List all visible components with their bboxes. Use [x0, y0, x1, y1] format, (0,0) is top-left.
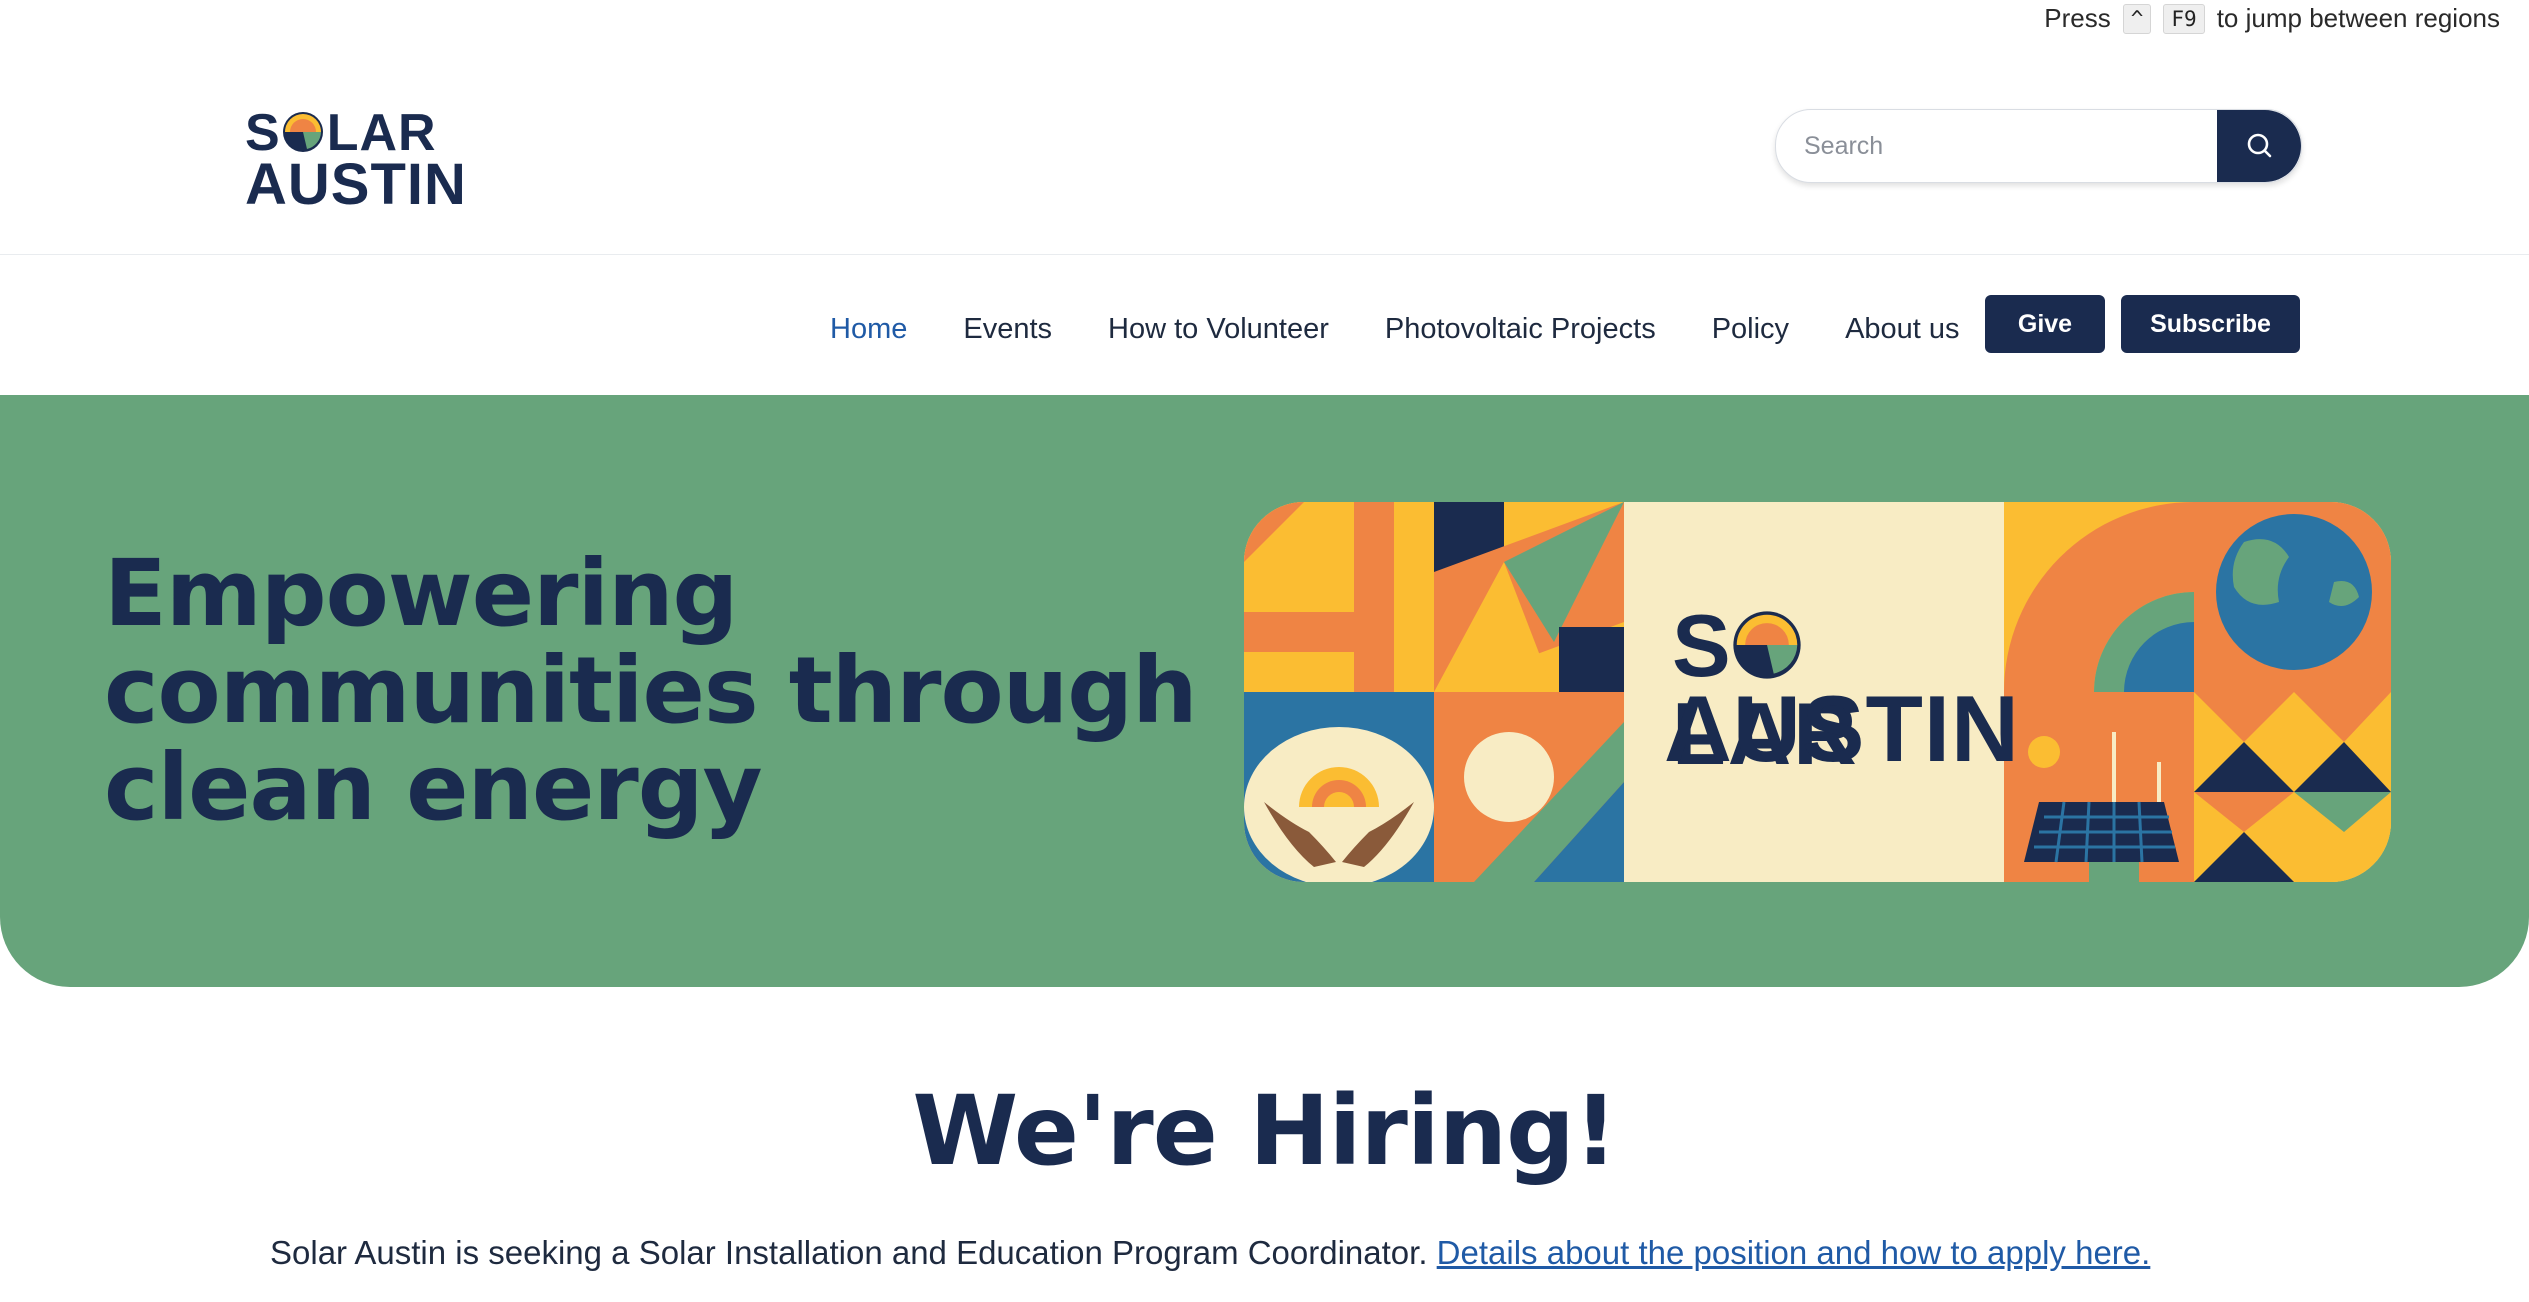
hiring-details-link[interactable]: Details about the position and how to ap… [1437, 1234, 2151, 1271]
nav-photovoltaic-projects[interactable]: Photovoltaic Projects [1385, 305, 1656, 353]
search-icon [2247, 133, 2272, 158]
hiring-paragraph: Solar Austin is seeking a Solar Installa… [270, 1225, 2270, 1280]
hero-section: Empowering communities through clean ene… [0, 395, 2529, 987]
hiring-text: Solar Austin is seeking a Solar Installa… [270, 1234, 1428, 1271]
banner-logo-austin: AUSTIN [1664, 676, 2020, 781]
search-input[interactable] [1802, 124, 2206, 168]
hero-title: Empowering communities through clean ene… [104, 540, 1198, 841]
banner-sun-icon [1733, 611, 1801, 679]
subscribe-button[interactable]: Subscribe [2121, 295, 2300, 353]
logo-line-bottom: AUSTIN [245, 152, 467, 217]
nav-policy[interactable]: Policy [1712, 305, 1789, 353]
search-box [1775, 109, 2302, 183]
hero-banner: SLAR AUSTIN [1244, 502, 2391, 882]
nav-events[interactable]: Events [963, 305, 1052, 353]
site-header: S LAR AUSTIN [0, 37, 2529, 255]
hint-suffix: to jump between regions [2216, 3, 2500, 33]
nav-how-to-volunteer[interactable]: How to Volunteer [1108, 305, 1329, 353]
key-ctrl: ^ [2122, 3, 2152, 34]
nav-home[interactable]: Home [830, 305, 907, 353]
site-logo[interactable]: S LAR AUSTIN [245, 107, 466, 214]
main-nav: Home Events How to Volunteer Photovoltai… [0, 254, 2529, 394]
region-jump-hint: Press ^ F9 to jump between regions [2044, 0, 2500, 37]
sun-logo-icon [283, 112, 323, 152]
nav-about-us[interactable]: About us [1845, 305, 1959, 353]
banner-logo: SLAR AUSTIN [1664, 602, 2019, 782]
key-f9: F9 [2163, 3, 2205, 34]
hiring-title: We're Hiring! [912, 1075, 1617, 1187]
search-button[interactable] [2217, 110, 2301, 182]
hint-prefix: Press [2044, 3, 2111, 33]
give-button[interactable]: Give [1985, 295, 2105, 353]
